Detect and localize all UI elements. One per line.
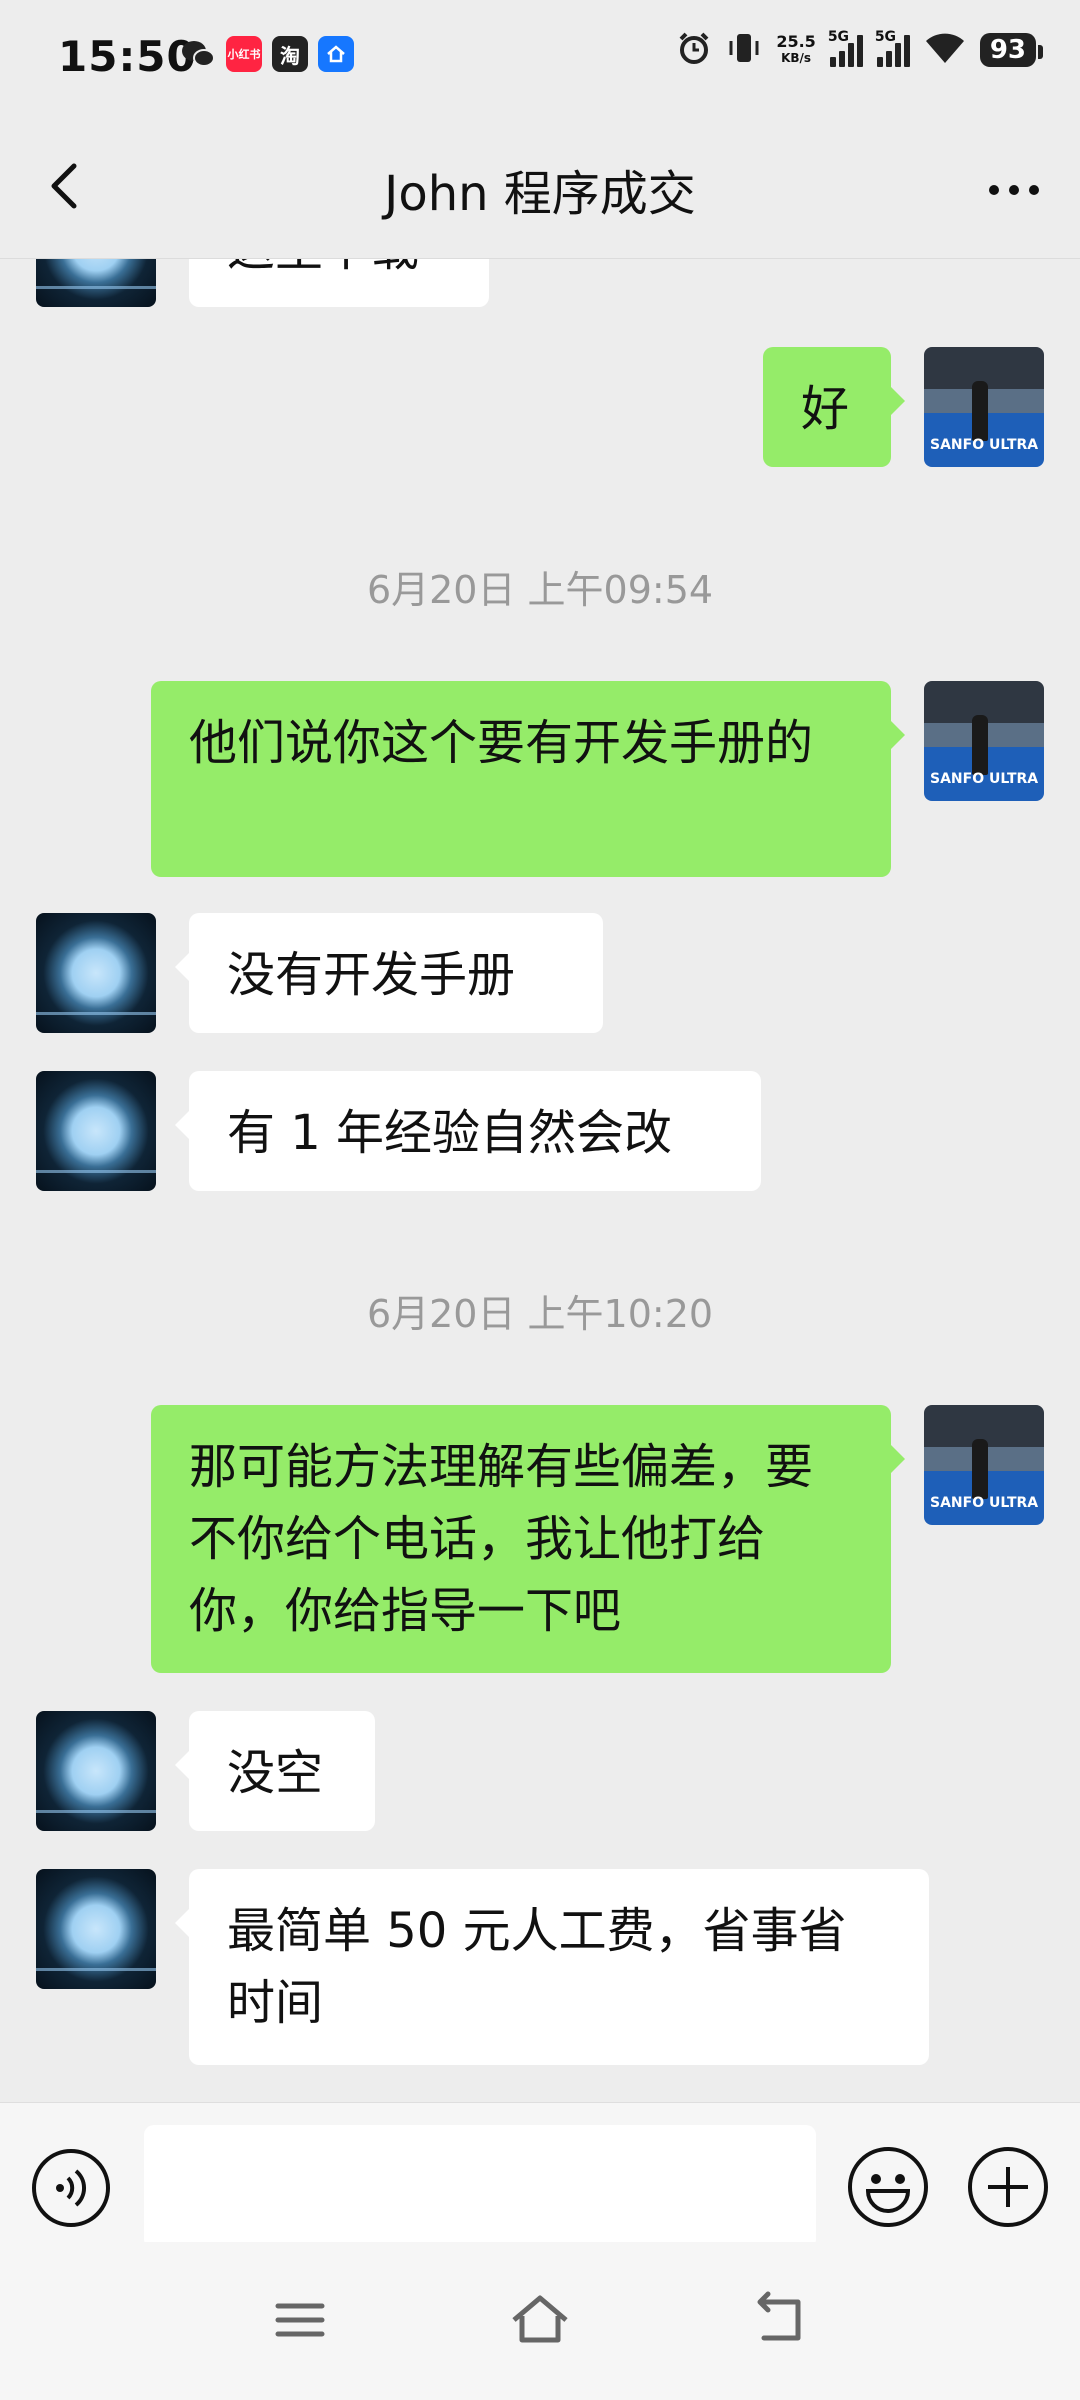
emoji-button[interactable]	[846, 2145, 930, 2229]
message-bubble[interactable]: 他们说你这个要有开发手册的	[151, 681, 905, 877]
status-time: 15:50	[58, 32, 197, 81]
message-bubble[interactable]: 这里下载	[189, 259, 489, 307]
signal-2-label: 5G	[874, 29, 897, 45]
signal-2-icon: 5G	[875, 29, 910, 67]
chat-header: John 程序成交	[0, 118, 1080, 259]
contact-avatar[interactable]	[36, 1711, 156, 1831]
battery-indicator: 93	[979, 33, 1044, 67]
network-speed-value: 25.5	[776, 32, 816, 51]
message-list[interactable]: 这里下载 好 SANFO ULTRA 6月20日 上午09:54 他们说你这个要…	[0, 259, 1080, 2102]
xiaohongshu-notification-icon: 小红书	[226, 36, 262, 72]
contact-avatar[interactable]	[36, 1071, 156, 1191]
message-bubble[interactable]: 最简单 50 元人工费，省事省时间	[175, 1869, 929, 2065]
return-icon	[757, 2291, 801, 2341]
message-timestamp: 6月20日 上午09:54	[366, 568, 714, 612]
contact-avatar[interactable]	[36, 259, 156, 307]
contact-avatar[interactable]	[36, 1869, 156, 1989]
more-options-button[interactable]	[984, 170, 1044, 210]
vibrate-icon	[726, 30, 762, 70]
chat-title: John 程序成交	[384, 166, 696, 222]
message-input[interactable]	[144, 2125, 816, 2249]
self-avatar[interactable]: SANFO ULTRA	[924, 1405, 1044, 1525]
alipay-notification-icon	[318, 36, 354, 72]
alarm-icon	[676, 30, 712, 70]
avatar-photo-text: SANFO ULTRA	[930, 437, 1039, 453]
message-bubble[interactable]: 有 1 年经验自然会改	[175, 1071, 761, 1191]
wechat-notification-icon	[180, 36, 216, 72]
wifi-icon	[924, 31, 966, 69]
input-bar	[0, 2102, 1080, 2249]
self-avatar[interactable]: SANFO ULTRA	[924, 681, 1044, 801]
system-nav-bar	[0, 2242, 1080, 2400]
home-button[interactable]	[510, 2290, 570, 2350]
more-dots-icon	[989, 185, 1039, 195]
notification-icons: 小红书 淘	[180, 36, 354, 72]
avatar-photo-text: SANFO ULTRA	[930, 1495, 1039, 1511]
message-timestamp: 6月20日 上午10:20	[366, 1292, 714, 1336]
contact-avatar[interactable]	[36, 913, 156, 1033]
message-bubble[interactable]: 好	[763, 347, 905, 467]
network-speed: 25.5 KB/s	[776, 33, 815, 67]
back-nav-button[interactable]	[750, 2290, 810, 2350]
message-bubble[interactable]: 没有开发手册	[175, 913, 603, 1033]
status-bar: 15:50 小红书 淘 25.5 KB/s 5G 5G 93	[0, 0, 1080, 118]
status-indicators: 25.5 KB/s 5G 5G 93	[676, 29, 1044, 70]
network-speed-unit: KB/s	[781, 51, 812, 65]
more-features-button[interactable]	[966, 2145, 1050, 2229]
taobao-notification-icon: 淘	[272, 36, 308, 72]
voice-icon	[32, 2149, 110, 2227]
smiley-icon	[848, 2147, 928, 2227]
voice-input-button[interactable]	[30, 2147, 112, 2229]
avatar-photo-text: SANFO ULTRA	[930, 771, 1039, 787]
signal-1-icon: 5G	[828, 29, 863, 67]
message-bubble[interactable]: 那可能方法理解有些偏差，要不你给个电话，我让他打给你，你给指导一下吧	[151, 1405, 905, 1673]
plus-circle-icon	[968, 2147, 1048, 2227]
signal-1-label: 5G	[827, 29, 850, 45]
self-avatar[interactable]: SANFO ULTRA	[924, 347, 1044, 467]
menu-icon	[275, 2303, 325, 2337]
recent-apps-button[interactable]	[270, 2290, 330, 2350]
home-icon	[512, 2295, 568, 2343]
message-bubble[interactable]: 没空	[175, 1711, 375, 1831]
